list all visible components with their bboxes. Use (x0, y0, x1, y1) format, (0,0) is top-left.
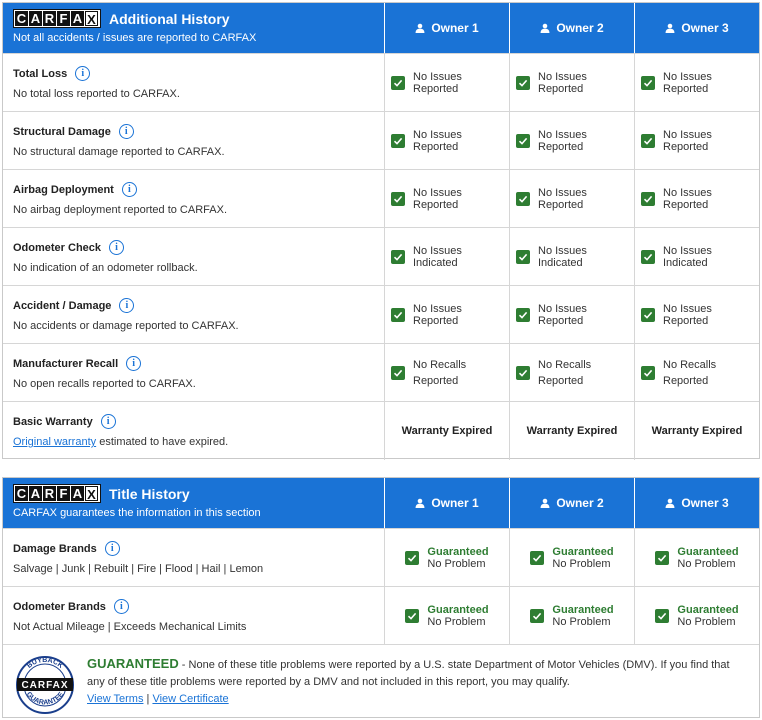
user-icon (540, 23, 550, 33)
section-title: Title History (109, 485, 190, 502)
row-damage-brands: Damage Brands i Salvage | Junk | Rebuilt … (3, 528, 759, 586)
row-basic-warranty: Basic Warranty i Original warranty estima… (3, 401, 759, 460)
owner-1-header: Owner 1 (385, 3, 510, 53)
status-cell: No Issues Reported (635, 112, 759, 169)
status-cell: No Issues Reported (635, 286, 759, 343)
info-icon[interactable]: i (109, 240, 125, 255)
status-cell: No Issues Reported (385, 170, 510, 227)
original-warranty-link[interactable]: Original warranty (13, 436, 96, 448)
user-icon (415, 23, 425, 33)
check-icon (641, 75, 655, 90)
info-icon[interactable]: i (104, 541, 120, 556)
owner-2-header: Owner 2 (510, 478, 635, 528)
row-airbag-deployment: Airbag Deployment i No airbag deployment … (3, 169, 759, 227)
status-cell: No Issues Reported (510, 286, 635, 343)
carfax-logo: CARFAX (13, 9, 101, 28)
status-cell: No Issues Reported (635, 54, 759, 111)
view-terms-link[interactable]: View Terms (87, 693, 143, 705)
check-icon (530, 550, 545, 565)
check-icon (391, 75, 405, 90)
section-subtitle: Not all accidents / issues are reported … (13, 32, 257, 44)
check-icon (516, 307, 530, 322)
title-history-header: CARFAX Title History CARFAX guarantees t… (3, 478, 759, 528)
check-icon (516, 133, 530, 148)
check-icon (391, 307, 405, 322)
check-icon (405, 608, 420, 623)
status-cell: No Issues Indicated (385, 228, 510, 285)
row-accident-damage: Accident / Damage i No accidents or damag… (3, 285, 759, 343)
row-odometer-brands: Odometer Brands i Not Actual Mileage | Ex… (3, 586, 759, 644)
check-icon (655, 608, 670, 623)
user-icon (540, 498, 550, 508)
info-icon[interactable]: i (113, 599, 129, 614)
section-subtitle: CARFAX guarantees the information in thi… (13, 507, 261, 519)
guarantee-cell: Guaranteed No Problem (510, 587, 635, 644)
status-cell: No Issues Indicated (510, 228, 635, 285)
check-icon (391, 249, 405, 264)
user-icon (665, 23, 675, 33)
status-cell: No Recalls Reported (385, 344, 510, 401)
check-icon (641, 307, 655, 322)
owner-2-header: Owner 2 (510, 3, 635, 53)
row-manufacturer-recall: Manufacturer Recall i No open recalls rep… (3, 343, 759, 401)
check-icon (391, 365, 405, 380)
status-cell: No Issues Reported (385, 112, 510, 169)
guarantee-cell: Guaranteed No Problem (385, 529, 510, 586)
check-icon (641, 133, 655, 148)
buyback-guarantee-seal: BUYBACK GUARANTEE CARFAX (16, 656, 74, 714)
check-icon (391, 191, 405, 206)
status-cell: No Issues Indicated (635, 228, 759, 285)
carfax-logo: CARFAX (13, 484, 101, 503)
status-cell: No Issues Reported (510, 112, 635, 169)
status-cell: No Recalls Reported (510, 344, 635, 401)
user-icon (415, 498, 425, 508)
info-icon[interactable]: i (100, 414, 116, 429)
info-icon[interactable]: i (126, 356, 142, 371)
status-cell: No Recalls Reported (635, 344, 759, 401)
check-icon (405, 550, 420, 565)
check-icon (516, 75, 530, 90)
guarantee-cell: Guaranteed No Problem (385, 587, 510, 644)
owner-3-header: Owner 3 (635, 3, 759, 53)
check-icon (641, 365, 655, 380)
guarantee-cell: Guaranteed No Problem (635, 587, 759, 644)
info-icon[interactable]: i (119, 298, 135, 313)
check-icon (516, 365, 530, 380)
additional-history-section: CARFAX Additional History Not all accide… (2, 2, 760, 460)
info-icon[interactable]: i (121, 182, 137, 197)
status-cell: No Issues Reported (385, 54, 510, 111)
svg-text:CARFAX: CARFAX (21, 680, 68, 691)
warranty-cell: Warranty Expired (385, 402, 510, 460)
guarantee-cell: Guaranteed No Problem (635, 529, 759, 586)
additional-history-header: CARFAX Additional History Not all accide… (3, 3, 759, 53)
guarantee-cell: Guaranteed No Problem (510, 529, 635, 586)
title-history-section: CARFAX Title History CARFAX guarantees t… (2, 477, 760, 718)
check-icon (516, 191, 530, 206)
check-icon (391, 133, 405, 148)
status-cell: No Issues Reported (385, 286, 510, 343)
status-cell: No Issues Reported (510, 54, 635, 111)
owner-3-header: Owner 3 (635, 478, 759, 528)
warranty-cell: Warranty Expired (510, 402, 635, 460)
row-total-loss: Total Loss i No total loss reported to CA… (3, 53, 759, 111)
user-icon (665, 498, 675, 508)
status-cell: No Issues Reported (635, 170, 759, 227)
row-structural-damage: Structural Damage i No structural damage … (3, 111, 759, 169)
guarantee-footer: BUYBACK GUARANTEE CARFAX GUARANTEED - No… (3, 644, 759, 720)
status-cell: No Issues Reported (510, 170, 635, 227)
info-icon[interactable]: i (118, 124, 134, 139)
check-icon (655, 550, 670, 565)
check-icon (530, 608, 545, 623)
view-certificate-link[interactable]: View Certificate (152, 693, 228, 705)
check-icon (641, 249, 655, 264)
warranty-cell: Warranty Expired (651, 425, 743, 437)
section-title: Additional History (109, 10, 230, 27)
check-icon (641, 191, 655, 206)
info-icon[interactable]: i (75, 66, 91, 81)
row-odometer-check: Odometer Check i No indication of an odom… (3, 227, 759, 285)
check-icon (516, 249, 530, 264)
owner-1-header: Owner 1 (385, 478, 510, 528)
